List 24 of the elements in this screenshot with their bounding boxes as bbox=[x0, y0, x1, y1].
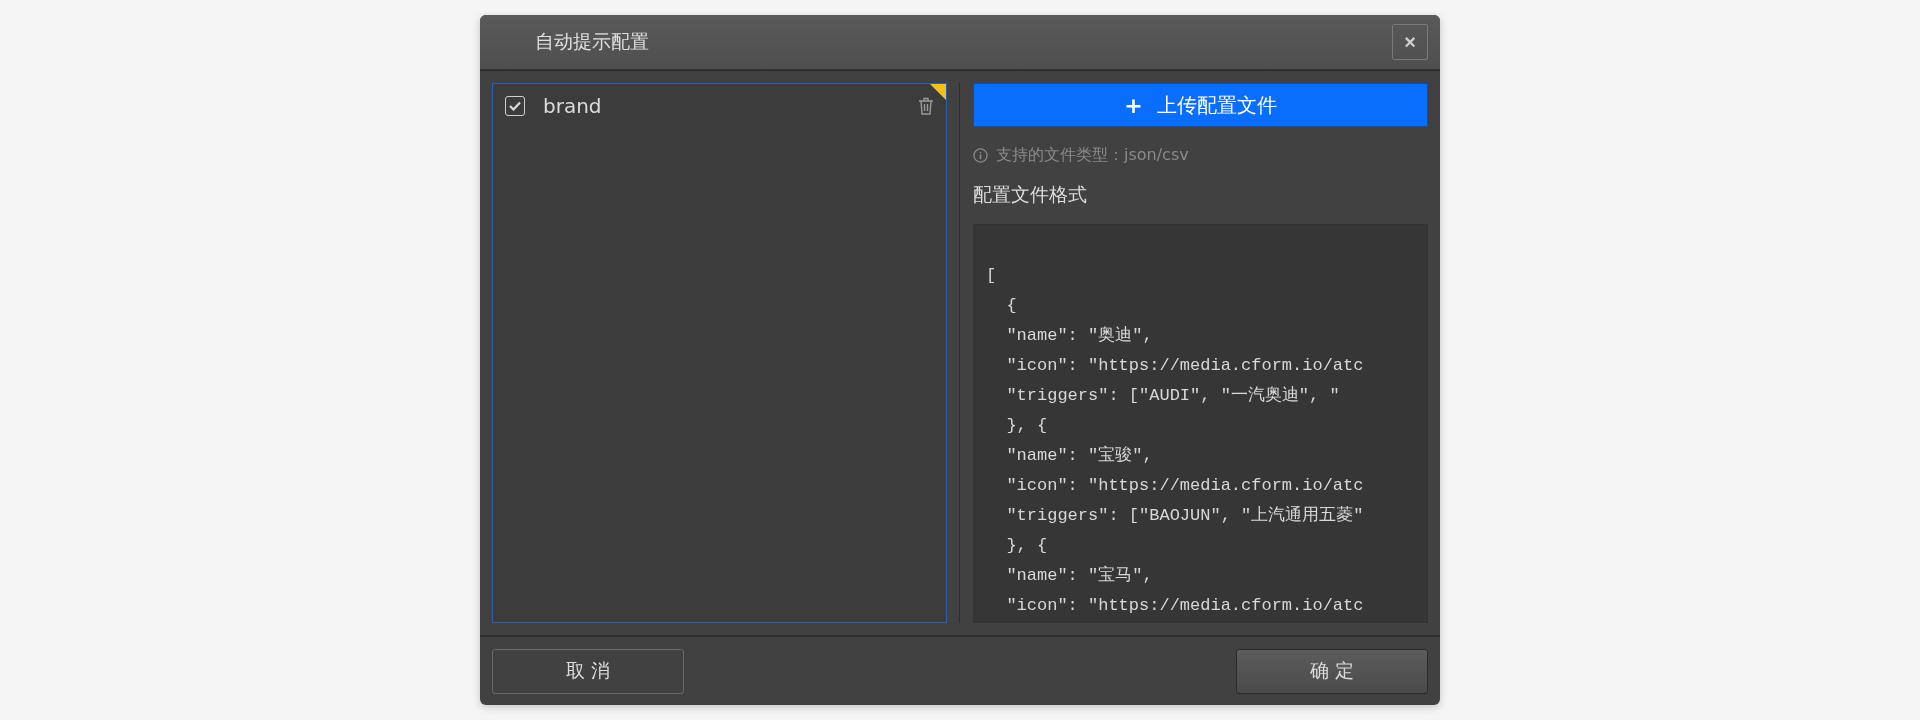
cancel-button[interactable]: 取 消 bbox=[492, 648, 684, 694]
code-line: { bbox=[1005, 295, 1018, 317]
code-line: "triggers": ["BAOJUN", "上汽通用五菱" bbox=[1005, 505, 1365, 527]
code-line: }, { bbox=[1005, 415, 1049, 437]
code-line: [ bbox=[986, 265, 998, 287]
confirm-button[interactable]: 确 定 bbox=[1236, 648, 1428, 694]
checkbox[interactable] bbox=[505, 96, 525, 116]
dialog-title: 自动提示配置 bbox=[535, 29, 649, 54]
format-title: 配置文件格式 bbox=[973, 182, 1088, 207]
code-line: "icon": "https://media.cform.io/atc bbox=[1005, 595, 1365, 617]
trash-icon[interactable] bbox=[918, 97, 934, 115]
code-line: "triggers": ["AUDI", "一汽奥迪", " bbox=[1005, 385, 1341, 407]
code-line: "icon": "https://media.cform.io/atc bbox=[1005, 475, 1365, 497]
close-button[interactable]: × bbox=[1392, 24, 1428, 60]
code-line: "name": "奥迪", bbox=[1005, 325, 1154, 347]
info-icon bbox=[973, 148, 988, 163]
code-line: "name": "宝骏", bbox=[1005, 445, 1154, 467]
config-item-label: brand bbox=[543, 94, 603, 118]
code-line: "icon": "https://media.cform.io/atc bbox=[1005, 355, 1365, 377]
check-icon bbox=[509, 101, 521, 111]
upload-config-button[interactable]: + 上传配置文件 bbox=[973, 83, 1428, 127]
code-line: }, { bbox=[1005, 535, 1049, 557]
code-line: "name": "宝马", bbox=[1005, 565, 1154, 587]
supported-types-hint: 支持的文件类型：json/csv bbox=[996, 145, 1189, 166]
